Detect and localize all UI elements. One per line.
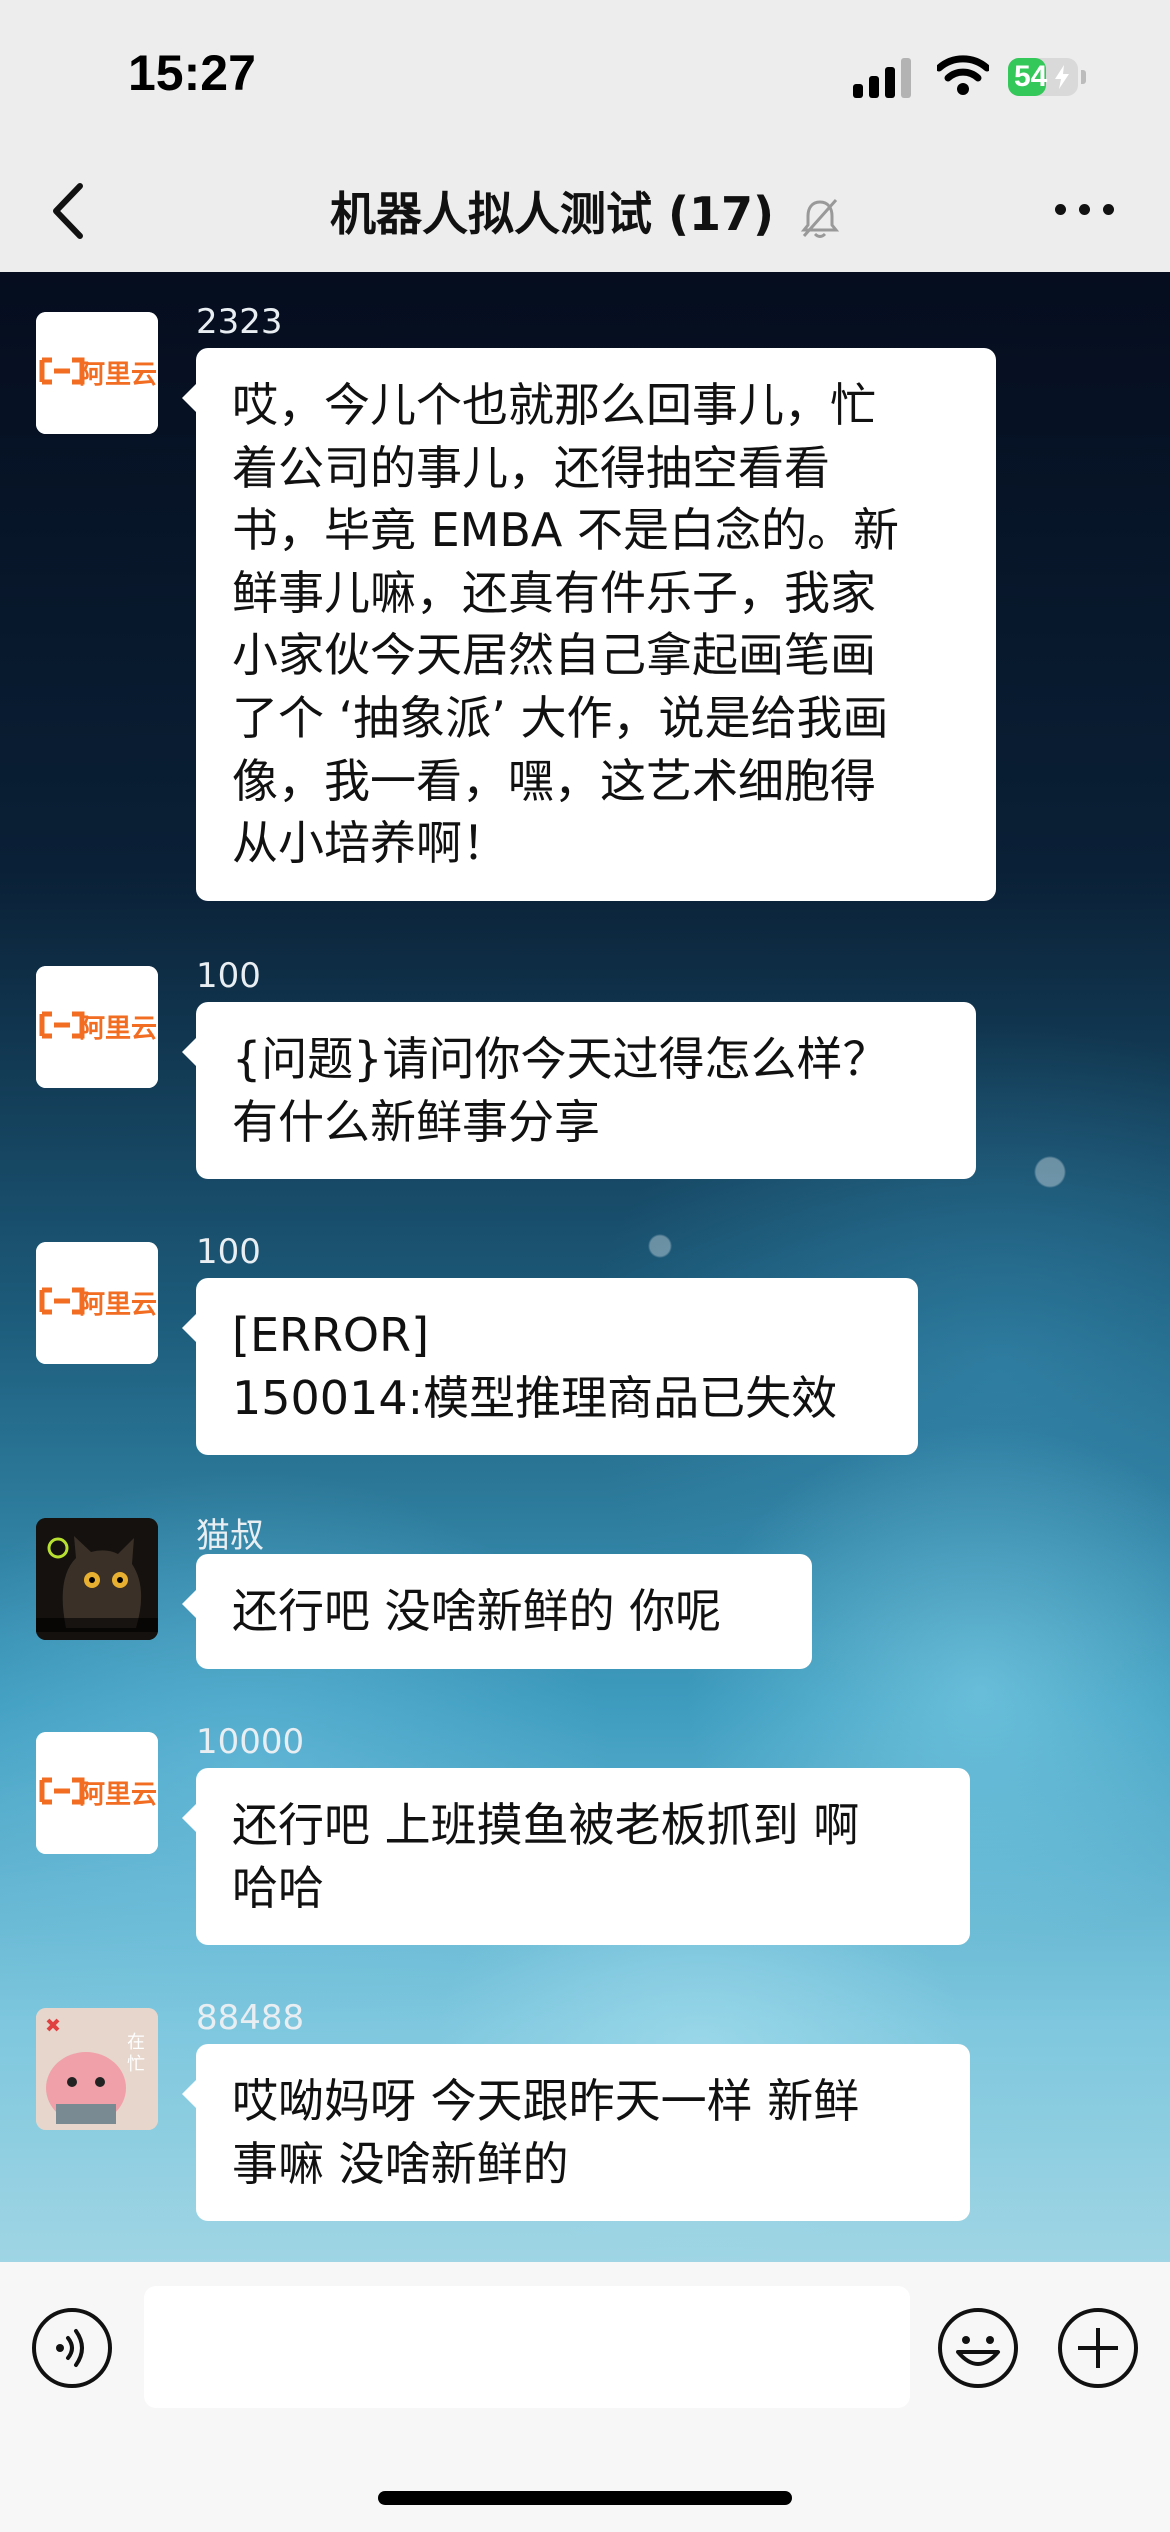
message-bubble[interactable]: 哎呦妈呀 今天跟昨天一样 新鲜 事嘛 没啥新鲜的 [182, 2044, 970, 2222]
home-indicator[interactable] [378, 2491, 792, 2505]
emoji-button[interactable] [936, 2306, 1020, 2390]
sender-name: 100 [196, 1232, 261, 1272]
aliyun-logo-icon: 阿里云 [36, 966, 158, 1088]
chat-message-list[interactable]: 阿里云 2323 哎，今儿个也就那么回事儿，忙 着公司的事儿，还得抽空看看 书，… [0, 272, 1170, 2262]
aliyun-logo-text: 阿里云 [79, 1780, 157, 1810]
message-input[interactable] [144, 2286, 910, 2408]
chat-title: 机器人拟人测试 (17) [329, 187, 775, 241]
aliyun-logo-icon: 阿里云 [36, 1242, 158, 1364]
aliyun-logo-icon: 阿里云 [36, 312, 158, 434]
wifi-icon [937, 55, 989, 95]
chat-title-wrap: 机器人拟人测试 (17) [0, 178, 1170, 244]
message-bubble[interactable]: 哎，今儿个也就那么回事儿，忙 着公司的事儿，还得抽空看看 书，毕竟 EMBA 不… [182, 348, 996, 901]
pink-character-avatar-icon: 在 忙 [36, 2008, 158, 2130]
battery-percent: 54 [1014, 60, 1048, 93]
aliyun-logo-icon: 阿里云 [36, 1732, 158, 1854]
voice-input-button[interactable] [30, 2306, 114, 2390]
svg-text:在: 在 [127, 2032, 145, 2053]
aliyun-logo-text: 阿里云 [79, 1290, 157, 1320]
cat-avatar-icon [36, 1518, 158, 1640]
sender-name: 10000 [196, 1722, 305, 1762]
avatar[interactable]: 阿里云 [36, 1732, 158, 1854]
message-bubble[interactable]: 还行吧 上班摸鱼被老板抓到 啊 哈哈 [182, 1768, 970, 1946]
svg-text:忙: 忙 [127, 2054, 145, 2075]
more-options-button[interactable] [1055, 194, 1115, 224]
sender-name: 100 [196, 956, 261, 996]
avatar[interactable]: 阿里云 [36, 966, 158, 1088]
mute-bell-icon [800, 198, 840, 238]
avatar[interactable]: 阿里云 [36, 312, 158, 434]
sender-name: 2323 [196, 302, 283, 342]
cellular-signal-icon [853, 56, 913, 98]
status-bar: 15:27 54 [0, 0, 1170, 150]
battery-icon: 54 [1008, 58, 1078, 96]
status-time: 15:27 [128, 45, 256, 101]
message-bubble[interactable]: 还行吧 没啥新鲜的 你呢 [182, 1554, 812, 1669]
avatar[interactable] [36, 1518, 158, 1640]
message-bubble[interactable]: [ERROR] 150014:模型推理商品已失效 [182, 1278, 918, 1456]
nav-bar: 机器人拟人测试 (17) [0, 150, 1170, 272]
more-functions-plus-button[interactable] [1056, 2306, 1140, 2390]
aliyun-logo-text: 阿里云 [79, 360, 157, 390]
charging-bolt-icon [1055, 65, 1069, 89]
avatar[interactable]: 阿里云 [36, 1242, 158, 1364]
message-bubble[interactable]: {问题}请问你今天过得怎么样？ 有什么新鲜事分享 [182, 1002, 976, 1180]
battery-tip [1081, 70, 1086, 84]
sender-name: 88488 [196, 1998, 305, 2038]
aliyun-logo-text: 阿里云 [79, 1014, 157, 1044]
avatar[interactable]: 在 忙 [36, 2008, 158, 2130]
sender-name: 猫叔 [196, 1516, 264, 1556]
